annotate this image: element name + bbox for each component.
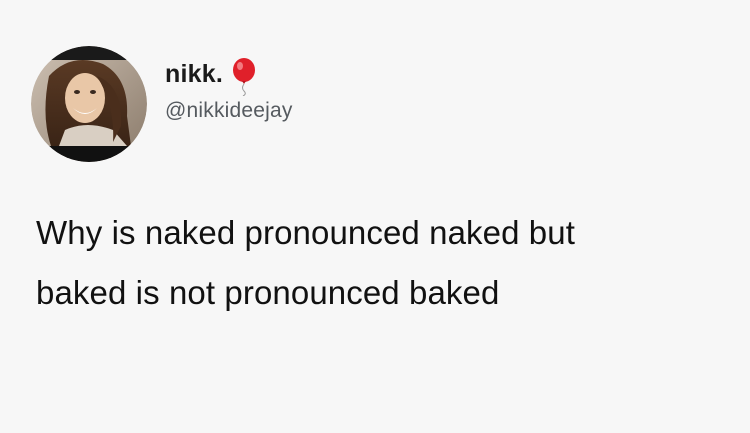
tweet-card: nikk. @nikkideejay Why is naked pronounc… (0, 0, 750, 433)
tweet-text-line: Why is naked pronounced naked but (36, 214, 575, 251)
profile-photo-icon (31, 46, 147, 162)
balloon-icon (231, 58, 257, 97)
author-avatar[interactable] (31, 46, 147, 162)
author-display-name[interactable]: nikk. (165, 60, 223, 89)
author-handle[interactable]: @nikkideejay (165, 99, 293, 123)
author-name-row: nikk. (165, 56, 257, 97)
tweet-text: Why is naked pronounced naked but baked … (36, 203, 741, 323)
tweet-text-line: baked is not pronounced baked (36, 274, 500, 311)
